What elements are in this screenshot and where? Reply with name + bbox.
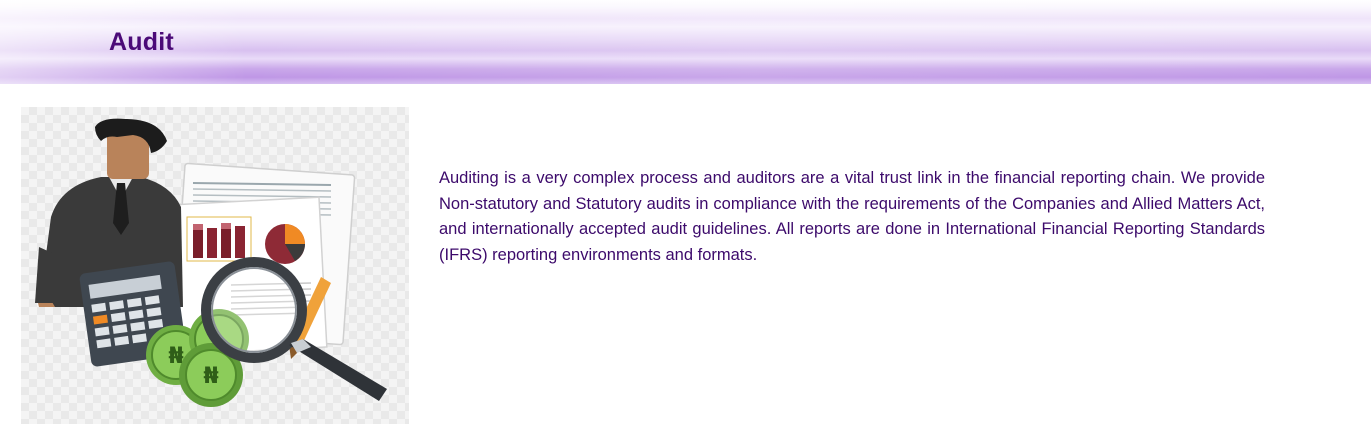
page-title: Audit xyxy=(109,28,174,56)
audit-illustration: ₦ ₦ xyxy=(21,107,409,424)
svg-text:₦: ₦ xyxy=(203,364,218,389)
header-banner xyxy=(0,0,1371,84)
svg-text:₦: ₦ xyxy=(168,344,183,369)
service-description: Auditing is a very complex process and a… xyxy=(439,169,1265,265)
pie-chart-icon xyxy=(265,224,305,264)
